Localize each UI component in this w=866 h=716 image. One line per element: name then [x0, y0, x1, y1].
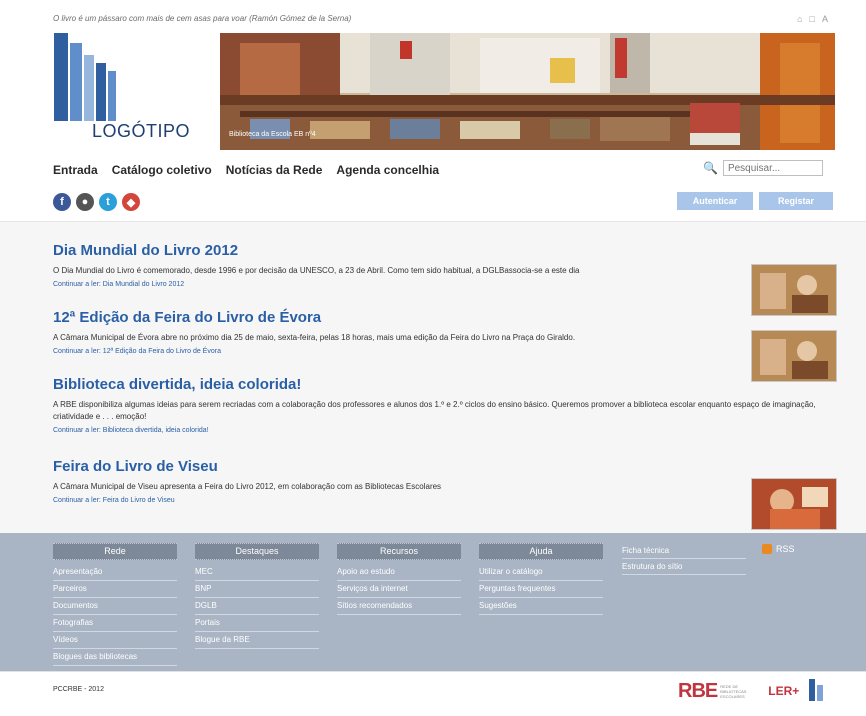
rbe-logo-subtitle: REDE DE BIBLIOTECAS ESCOLARES	[720, 683, 747, 699]
auth-buttons: Autenticar Registar	[677, 192, 833, 210]
footer-column-heading: Rede	[53, 543, 177, 560]
register-button[interactable]: Registar	[759, 192, 833, 210]
read-more-link[interactable]: Continuar a ler: Feira do Livro de Viseu	[53, 497, 743, 504]
footer-link[interactable]: Estrutura do sítio	[622, 559, 746, 575]
footer-link[interactable]: Serviços da internet	[337, 581, 461, 598]
news-item: Biblioteca divertida, ideia colorida! A …	[53, 376, 835, 434]
search-icon[interactable]: 🔍	[703, 161, 718, 175]
news-title[interactable]: 12ª Edição da Feira do Livro de Évora	[53, 309, 743, 326]
footer-link[interactable]: Vídeos	[53, 632, 177, 649]
search-input[interactable]	[722, 160, 823, 176]
news-thumbnail[interactable]	[751, 330, 837, 382]
font-size-icon[interactable]: A	[822, 14, 828, 24]
footer-link[interactable]: Apresentação	[53, 564, 177, 581]
news-title[interactable]: Biblioteca divertida, ideia colorida!	[53, 376, 835, 393]
other-social-icon[interactable]: ◆	[122, 193, 140, 211]
header-banner: Biblioteca da Escola EB nº4	[220, 33, 835, 150]
ler-logo[interactable]: LER+	[768, 684, 799, 698]
read-more-link[interactable]: Continuar a ler: Biblioteca divertida, i…	[53, 427, 835, 434]
read-more-link[interactable]: Continuar a ler: Dia Mundial do Livro 20…	[53, 281, 743, 288]
footer-link[interactable]: DGLB	[195, 598, 319, 615]
news-summary: O Dia Mundial do Livro é comemorado, des…	[53, 266, 580, 275]
nav-item-agenda[interactable]: Agenda concelhia	[336, 163, 439, 177]
footer: Rede Apresentação Parceiros Documentos F…	[0, 533, 866, 671]
rss-link[interactable]: RSS	[762, 544, 795, 554]
home-icon[interactable]: ⌂	[797, 14, 802, 24]
copyright: PCCRBE - 2012	[53, 686, 104, 693]
news-thumbnail[interactable]	[751, 478, 837, 530]
login-button[interactable]: Autenticar	[677, 192, 753, 210]
logo-text: LOGÓTIPO	[92, 121, 191, 141]
news-item: Dia Mundial do Livro 2012 O Dia Mundial …	[53, 242, 743, 288]
footer-column: Ajuda Utilizar o catálogo Perguntas freq…	[479, 543, 603, 615]
social-icons: f ● t ◆	[53, 193, 140, 211]
nav-item-entrada[interactable]: Entrada	[53, 163, 98, 177]
logo-mark-icon	[54, 33, 116, 121]
ministry-logo-icon[interactable]	[807, 679, 827, 703]
news-thumbnail[interactable]	[751, 264, 837, 316]
rss-label: RSS	[776, 544, 795, 554]
footer-extra-links: Ficha técnica Estrutura do sítio	[622, 543, 746, 575]
search: 🔍	[703, 160, 823, 176]
footer-link[interactable]: Sítios recomendados	[337, 598, 461, 615]
news-title[interactable]: Dia Mundial do Livro 2012	[53, 242, 743, 259]
footer-link[interactable]: Apoio ao estudo	[337, 564, 461, 581]
footer-link[interactable]: Blogue da RBE	[195, 632, 319, 649]
rbe-logo-text: RBE	[678, 679, 718, 702]
window-icon[interactable]: □	[810, 14, 815, 24]
nav-item-noticias[interactable]: Notícias da Rede	[226, 163, 323, 177]
read-more-link[interactable]: Continuar a ler: 12ª Edição da Feira do …	[53, 348, 743, 355]
footer-column-heading: Ajuda	[479, 543, 603, 560]
footer-link[interactable]: BNP	[195, 581, 319, 598]
news-summary: A RBE disponibiliza algumas ideias para …	[53, 400, 816, 421]
footer-link[interactable]: MEC	[195, 564, 319, 581]
main-nav: Entrada Catálogo coletivo Notícias da Re…	[53, 163, 439, 177]
nav-item-catalogo[interactable]: Catálogo coletivo	[112, 163, 212, 177]
facebook-icon[interactable]: f	[53, 193, 71, 211]
news-summary: A Câmara Municipal de Évora abre no próx…	[53, 333, 576, 342]
banner-caption: Biblioteca da Escola EB nº4	[229, 131, 316, 138]
twitter-icon[interactable]: t	[99, 193, 117, 211]
rss-icon	[762, 544, 772, 554]
delicious-icon[interactable]: ●	[76, 193, 94, 211]
footer-link[interactable]: Utilizar o catálogo	[479, 564, 603, 581]
footer-column-heading: Destaques	[195, 543, 319, 560]
partner-logos: RBE REDE DE BIBLIOTECAS ESCOLARES LER+	[678, 679, 827, 703]
logo[interactable]: LOGÓTIPO	[52, 33, 220, 150]
footer-column: Destaques MEC BNP DGLB Portais Blogue da…	[195, 543, 319, 649]
news-list: Dia Mundial do Livro 2012 O Dia Mundial …	[0, 221, 866, 534]
news-item: Feira do Livro de Viseu A Câmara Municip…	[53, 458, 743, 504]
footer-column: Recursos Apoio ao estudo Serviços da int…	[337, 543, 461, 615]
footer-link[interactable]: Fotografias	[53, 615, 177, 632]
footer-column: Rede Apresentação Parceiros Documentos F…	[53, 543, 177, 666]
footer-link[interactable]: Documentos	[53, 598, 177, 615]
news-summary: A Câmara Municipal de Viseu apresenta a …	[53, 482, 442, 491]
rbe-logo[interactable]: RBE REDE DE BIBLIOTECAS ESCOLARES	[678, 680, 760, 703]
news-item: 12ª Edição da Feira do Livro de Évora A …	[53, 309, 743, 355]
page: O livro é um pássaro com mais de cem asa…	[0, 0, 866, 716]
bottom-bar: PCCRBE - 2012 RBE REDE DE BIBLIOTECAS ES…	[0, 671, 866, 716]
footer-column-heading: Recursos	[337, 543, 461, 560]
footer-link[interactable]: Portais	[195, 615, 319, 632]
footer-link[interactable]: Blogues das bibliotecas	[53, 649, 177, 666]
news-title[interactable]: Feira do Livro de Viseu	[53, 458, 743, 475]
footer-link[interactable]: Perguntas frequentes	[479, 581, 603, 598]
footer-link[interactable]: Sugestões	[479, 598, 603, 615]
header-quote: O livro é um pássaro com mais de cem asa…	[53, 14, 352, 23]
footer-link[interactable]: Ficha técnica	[622, 543, 746, 559]
footer-link[interactable]: Parceiros	[53, 581, 177, 598]
top-icons: ⌂ □ A	[797, 14, 828, 24]
